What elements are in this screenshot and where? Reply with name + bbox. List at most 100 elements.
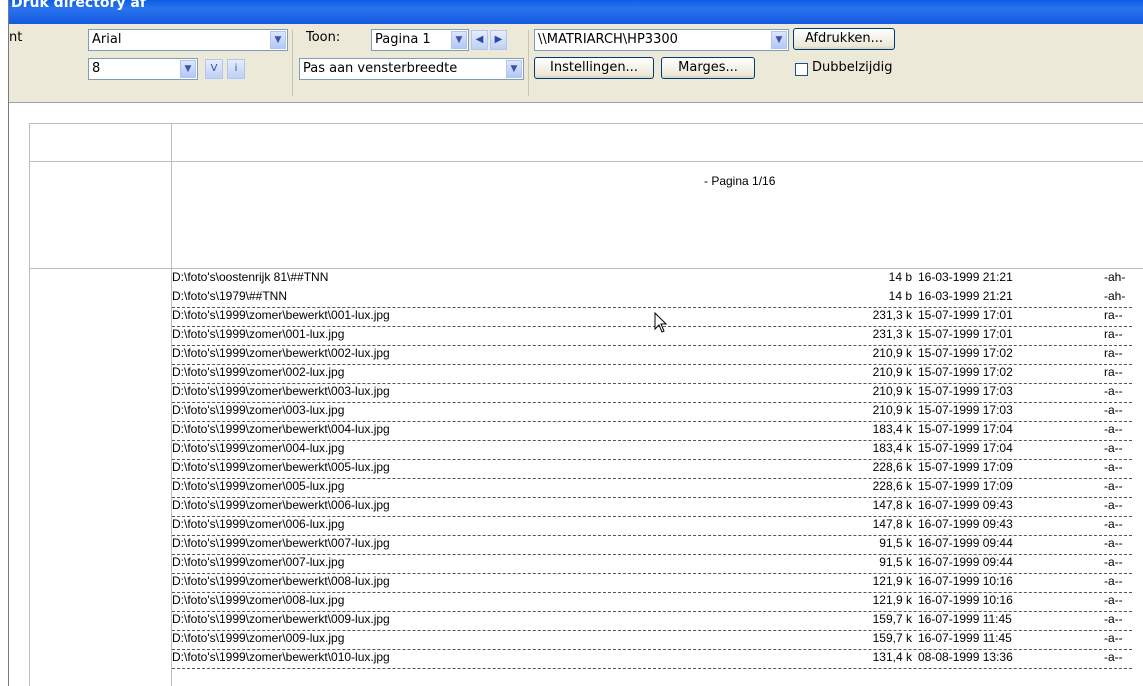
table-row: D:\foto's\1999\zomer\003-lux.jpg 210,9 k 1… xyxy=(172,402,1132,422)
table-row: D:\foto's\1999\zomer\bewerkt\006-lux.jpg… xyxy=(172,497,1132,517)
print-button-label: Afdrukken... xyxy=(804,31,884,46)
file-attributes: -a-- xyxy=(1104,441,1123,455)
file-path: D:\foto's\1999\zomer\bewerkt\010-lux.jpg xyxy=(172,650,390,664)
file-path: D:\foto's\1999\zomer\001-lux.jpg xyxy=(172,327,345,341)
file-size: 183,4 k xyxy=(872,441,912,455)
print-preview: - Pagina 1/16 D:\foto's\oostenrijk 81\##… xyxy=(9,103,1143,686)
table-row: D:\foto's\1999\zomer\001-lux.jpg 231,3 k 1… xyxy=(172,326,1132,346)
file-attributes: -a-- xyxy=(1104,460,1123,474)
chevron-down-icon[interactable]: ▼ xyxy=(771,31,787,49)
chevron-down-icon[interactable]: ▼ xyxy=(270,31,286,49)
font-size-select[interactable]: 8 ▼ xyxy=(88,58,198,80)
font-name-select[interactable]: Arial ▼ xyxy=(88,29,288,51)
table-row: D:\foto's\1999\zomer\005-lux.jpg 228,6 k 1… xyxy=(172,478,1132,498)
next-page-button[interactable]: ▶ xyxy=(490,30,507,50)
file-date: 15-07-1999 17:03 xyxy=(918,384,1013,398)
file-size: 210,9 k xyxy=(872,365,912,379)
file-date: 15-07-1999 17:04 xyxy=(918,441,1013,455)
file-path: D:\foto's\1999\zomer\007-lux.jpg xyxy=(172,555,345,569)
window-titlebar[interactable]: Druk directory af xyxy=(9,0,1143,24)
file-date: 15-07-1999 17:01 xyxy=(918,327,1013,341)
file-size: 210,9 k xyxy=(872,346,912,360)
file-path: D:\foto's\1999\zomer\009-lux.jpg xyxy=(172,631,345,645)
file-attributes: -a-- xyxy=(1104,384,1123,398)
file-date: 16-07-1999 10:16 xyxy=(918,593,1013,607)
file-path: D:\foto's\1999\zomer\bewerkt\006-lux.jpg xyxy=(172,498,390,512)
file-date: 15-07-1999 17:01 xyxy=(918,308,1013,322)
file-path: D:\foto's\1999\zomer\bewerkt\008-lux.jpg xyxy=(172,574,390,588)
print-directory-window: Druk directory af nt Arial ▼ 8 ▼ V i Too… xyxy=(9,0,1143,686)
table-row: D:\foto's\1999\zomer\bewerkt\010-lux.jpg… xyxy=(172,649,1132,669)
file-size: 210,9 k xyxy=(872,384,912,398)
bold-toggle-button[interactable]: V xyxy=(205,59,223,79)
fit-mode-select[interactable]: Pas aan vensterbreedte ▼ xyxy=(299,58,524,80)
file-attributes: -ah- xyxy=(1104,289,1126,303)
fit-mode-value: Pas aan vensterbreedte xyxy=(303,61,458,76)
table-row: D:\foto's\1999\zomer\009-lux.jpg 159,7 k 1… xyxy=(172,630,1132,650)
file-attributes: -a-- xyxy=(1104,555,1123,569)
duplex-label: Dubbelzijdig xyxy=(812,60,893,75)
file-size: 121,9 k xyxy=(872,593,912,607)
previous-page-button[interactable]: ◀ xyxy=(471,30,488,50)
margins-button[interactable]: Marges... xyxy=(661,57,755,79)
file-size: 131,4 k xyxy=(872,650,912,664)
file-attributes: -a-- xyxy=(1104,536,1123,550)
page-select-value: Pagina 1 xyxy=(375,32,431,47)
file-path: D:\foto's\1999\zomer\003-lux.jpg xyxy=(172,403,345,417)
file-size: 228,6 k xyxy=(872,479,912,493)
file-attributes: -a-- xyxy=(1104,612,1123,626)
file-attributes: -a-- xyxy=(1104,517,1123,531)
file-attributes: ra-- xyxy=(1104,327,1123,341)
file-path: D:\foto's\1999\zomer\002-lux.jpg xyxy=(172,365,345,379)
file-attributes: -a-- xyxy=(1104,593,1123,607)
file-attributes: ra-- xyxy=(1104,308,1123,322)
page-select[interactable]: Pagina 1 ▼ xyxy=(371,29,469,51)
bold-button-label: V xyxy=(210,63,218,74)
file-path: D:\foto's\1999\zomer\bewerkt\005-lux.jpg xyxy=(172,460,390,474)
file-path: D:\foto's\1999\zomer\006-lux.jpg xyxy=(172,517,345,531)
file-date: 16-07-1999 09:43 xyxy=(918,498,1013,512)
table-row: D:\foto's\1999\zomer\bewerkt\002-lux.jpg… xyxy=(172,345,1132,365)
settings-button[interactable]: Instellingen... xyxy=(534,57,654,79)
toolbar: nt Arial ▼ 8 ▼ V i Toon: Pagina 1 ▼ ◀ ▶ … xyxy=(9,24,1143,103)
toolbar-divider xyxy=(528,30,529,96)
file-path: D:\foto's\1999\zomer\004-lux.jpg xyxy=(172,441,345,455)
file-path: D:\foto's\1999\zomer\bewerkt\009-lux.jpg xyxy=(172,612,390,626)
file-size: 210,9 k xyxy=(872,403,912,417)
window-title: Druk directory af xyxy=(11,0,146,11)
table-row: D:\foto's\1999\zomer\bewerkt\009-lux.jpg… xyxy=(172,611,1132,631)
file-path: D:\foto's\1999\zomer\bewerkt\004-lux.jpg xyxy=(172,422,390,436)
file-date: 16-03-1999 21:21 xyxy=(918,289,1013,303)
printer-select[interactable]: \\MATRIARCH\HP3300 ▼ xyxy=(534,29,789,51)
chevron-down-icon[interactable]: ▼ xyxy=(506,60,522,78)
chevron-down-icon[interactable]: ▼ xyxy=(180,60,196,78)
file-attributes: ra-- xyxy=(1104,365,1123,379)
table-row: D:\foto's\1999\zomer\bewerkt\004-lux.jpg… xyxy=(172,421,1132,441)
table-row: D:\foto's\1999\zomer\007-lux.jpg 91,5 k 16… xyxy=(172,554,1132,574)
file-date: 15-07-1999 17:04 xyxy=(918,422,1013,436)
table-row: D:\foto's\1999\zomer\006-lux.jpg 147,8 k 1… xyxy=(172,516,1132,536)
printer-select-value: \\MATRIARCH\HP3300 xyxy=(538,32,678,47)
chevron-left-icon: ◀ xyxy=(475,34,484,45)
table-row: D:\foto's\1999\zomer\bewerkt\001-lux.jpg… xyxy=(172,307,1132,327)
file-attributes: -a-- xyxy=(1104,403,1123,417)
print-button[interactable]: Afdrukken... xyxy=(793,28,895,50)
file-path: D:\foto's\oostenrijk 81\##TNN xyxy=(172,270,329,284)
page-number-label: - Pagina 1/16 xyxy=(704,174,776,188)
file-size: 14 b xyxy=(888,289,912,303)
italic-toggle-button[interactable]: i xyxy=(227,59,245,79)
file-size: 228,6 k xyxy=(872,460,912,474)
file-date: 15-07-1999 17:09 xyxy=(918,460,1013,474)
table-row: D:\foto's\1999\zomer\004-lux.jpg 183,4 k 1… xyxy=(172,440,1132,460)
chevron-down-icon[interactable]: ▼ xyxy=(451,31,467,49)
file-attributes: -a-- xyxy=(1104,498,1123,512)
header-margin-line xyxy=(29,161,1143,162)
left-window-edge xyxy=(0,0,9,686)
file-date: 15-07-1999 17:03 xyxy=(918,403,1013,417)
file-date: 16-07-1999 09:44 xyxy=(918,555,1013,569)
duplex-checkbox[interactable] xyxy=(795,63,808,76)
file-path: D:\foto's\1979\##TNN xyxy=(172,289,288,303)
font-label: nt xyxy=(9,30,23,45)
file-attributes: -a-- xyxy=(1104,631,1123,645)
file-size: 121,9 k xyxy=(872,574,912,588)
